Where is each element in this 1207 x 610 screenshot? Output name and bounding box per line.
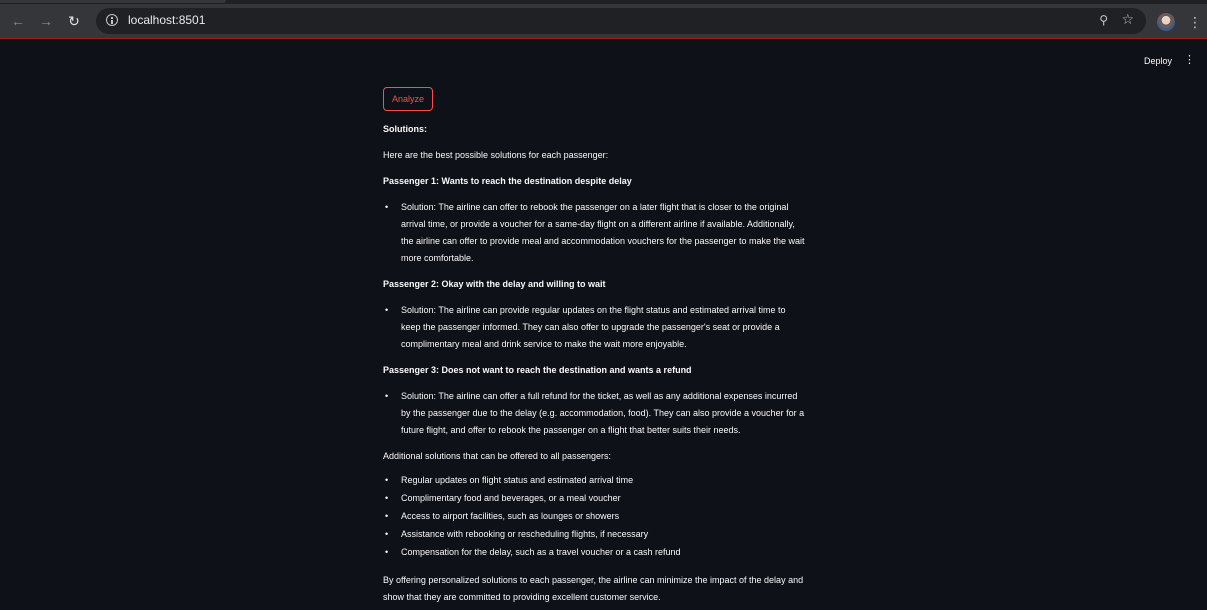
bullet-dot: •	[385, 529, 389, 539]
closing-line-2: show that they are committed to providin…	[383, 592, 661, 602]
streamlit-app: Deploy ⋮ Analyze Solutions: Here are the…	[0, 39, 1207, 610]
deploy-button[interactable]: Deploy	[1144, 56, 1172, 66]
bullet-dot: •	[385, 511, 389, 521]
address-bar[interactable]: localhost:8501 ⚲ ☆	[96, 8, 1146, 34]
list-item-text: Access to airport facilities, such as lo…	[401, 511, 620, 521]
solution-line: by the passenger due to the delay (e.g. …	[401, 408, 805, 418]
solution-line: complimentary meal and drink service to …	[401, 339, 687, 349]
closing-line-1: By offering personalized solutions to ea…	[383, 575, 804, 585]
passenger-1-heading: Passenger 1: Wants to reach the destinat…	[383, 176, 632, 186]
app-menu-icon[interactable]: ⋮	[1184, 53, 1195, 66]
solution-line: more comfortable.	[401, 253, 474, 263]
analyze-button[interactable]: Analyze	[383, 87, 434, 111]
bullet-dot: •	[385, 202, 389, 212]
list-item-text: Complimentary food and beverages, or a m…	[401, 493, 621, 503]
intro-text: Here are the best possible solutions for…	[383, 150, 609, 160]
list-item-text: Compensation for the delay, such as a tr…	[401, 547, 681, 557]
solution-line: Solution: The airline can offer a full r…	[401, 391, 798, 401]
solutions-heading: Solutions:	[383, 124, 427, 134]
reload-icon[interactable]: ↻	[62, 4, 86, 38]
list-item-text: Assistance with rebooking or reschedulin…	[401, 529, 649, 539]
solution-line: Solution: The airline can provide regula…	[401, 305, 786, 315]
site-info-icon[interactable]	[106, 14, 118, 26]
solution-line: the airline can offer to provide meal an…	[401, 236, 805, 246]
url-text[interactable]: localhost:8501	[128, 13, 205, 27]
browser-menu-icon[interactable]: ⋮	[1188, 13, 1202, 31]
solution-line: Solution: The airline can offer to reboo…	[401, 202, 789, 212]
zoom-icon[interactable]: ⚲	[1099, 13, 1108, 27]
passenger-2-heading: Passenger 2: Okay with the delay and wil…	[383, 279, 606, 289]
passenger-3-heading: Passenger 3: Does not want to reach the …	[383, 365, 692, 375]
browser-toolbar: ← → ↻ localhost:8501 ⚲ ☆ ⋮	[0, 4, 1207, 39]
bullet-dot: •	[385, 493, 389, 503]
bookmark-star-icon[interactable]: ☆	[1121, 11, 1134, 28]
bullet-dot: •	[385, 475, 389, 485]
active-tab-edge[interactable]	[0, 0, 226, 3]
back-arrow-icon[interactable]: ←	[6, 4, 30, 38]
forward-arrow-icon[interactable]: →	[34, 4, 58, 38]
solution-line: future flight, and offer to rebook the p…	[401, 425, 741, 435]
bullet-dot: •	[385, 305, 389, 315]
profile-avatar[interactable]	[1157, 13, 1175, 31]
additional-heading: Additional solutions that can be offered…	[383, 451, 611, 461]
bullet-dot: •	[385, 547, 389, 557]
solution-line: keep the passenger informed. They can al…	[401, 322, 780, 332]
bullet-dot: •	[385, 391, 389, 401]
solution-line: arrival time, or provide a voucher for a…	[401, 219, 795, 229]
list-item-text: Regular updates on flight status and est…	[401, 475, 634, 485]
